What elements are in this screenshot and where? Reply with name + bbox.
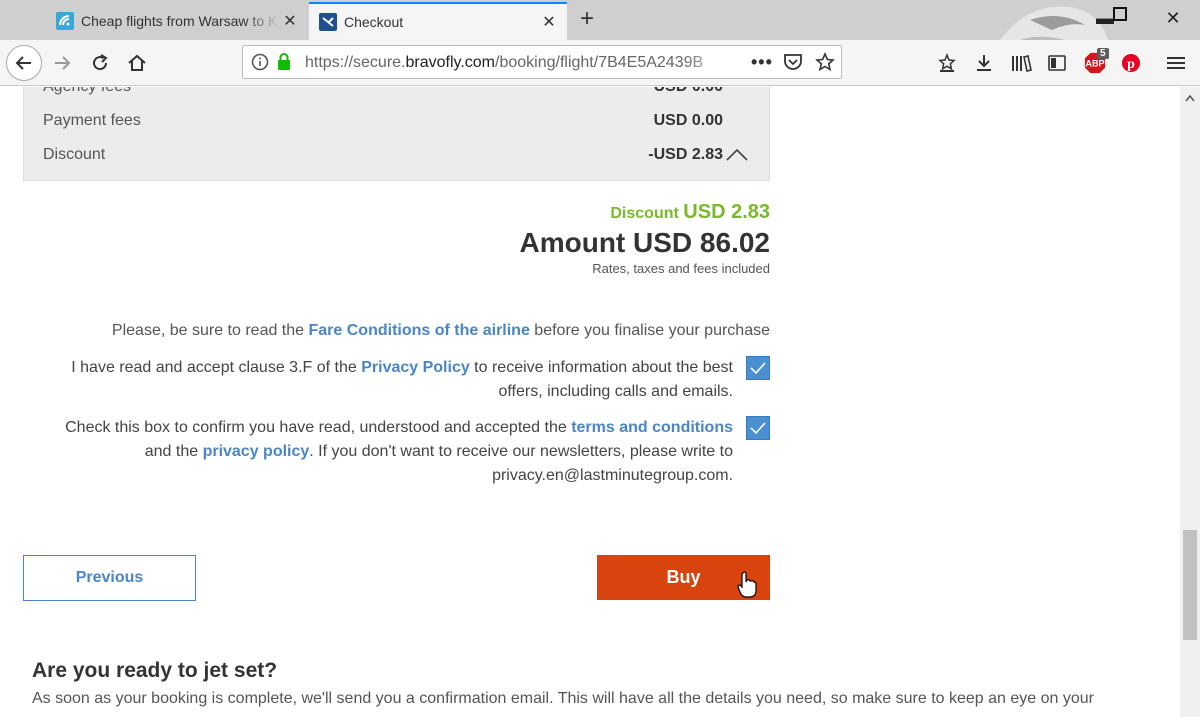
jet-set-heading: Are you ready to jet set? <box>32 659 278 682</box>
adblock-badge: 5 <box>1097 48 1109 59</box>
checkmark-icon <box>750 362 766 375</box>
terms-consent-text: Check this box to confirm you have read,… <box>33 416 733 488</box>
discount-summary: Discount USD 2.83 <box>610 201 770 224</box>
maximize-button[interactable] <box>1105 6 1135 27</box>
back-button[interactable] <box>6 45 42 81</box>
home-button[interactable] <box>124 52 150 74</box>
reload-icon <box>93 54 108 71</box>
tab-checkout[interactable]: Checkout ✕ <box>309 2 567 40</box>
rates-note: Rates, taxes and fees included <box>592 261 770 276</box>
chevron-up-icon[interactable] <box>725 148 749 167</box>
privacy-policy-link-2[interactable]: privacy policy <box>203 443 310 460</box>
svg-text:p: p <box>1127 57 1135 72</box>
navigation-toolbar: https://secure.bravofly.com/booking/flig… <box>0 40 1200 86</box>
url-domain: bravofly.com <box>405 54 496 71</box>
discount-label: Discount <box>43 146 106 163</box>
terms-consent-checkbox[interactable] <box>746 416 770 440</box>
discount-summary-label: Discount <box>610 205 679 222</box>
agency-fees-row: Agency fees USD 0.00 <box>43 87 751 96</box>
previous-button[interactable]: Previous <box>23 555 196 601</box>
download-icon[interactable] <box>973 52 995 74</box>
arrow-right-icon <box>55 56 71 70</box>
arrow-left-icon <box>15 56 31 70</box>
library-icon[interactable] <box>1010 52 1032 74</box>
close-icon[interactable]: ✕ <box>280 11 300 31</box>
fare-conditions-notice: Please, be sure to read the Fare Conditi… <box>112 322 770 340</box>
tab-title: Checkout <box>344 14 404 30</box>
payment-fees-label: Payment fees <box>43 112 141 129</box>
wifi-favicon-icon <box>56 12 74 30</box>
checkmark-icon <box>750 422 766 435</box>
checkout-page: Agency fees USD 0.00 Payment fees USD 0.… <box>0 87 1180 717</box>
reload-button[interactable] <box>88 52 112 74</box>
home-icon <box>128 54 146 71</box>
terms-consent-text-end: . If you don't want to receive our newsl… <box>309 443 733 484</box>
tab-bar: Cheap flights from Warsaw to K ✕ Checkou… <box>0 0 1200 86</box>
privacy-consent-checkbox[interactable] <box>746 356 770 380</box>
terms-consent-text-start: Check this box to confirm you have read,… <box>65 419 572 436</box>
discount-summary-value: USD 2.83 <box>683 201 770 223</box>
hand-cursor-icon <box>737 571 757 598</box>
privacy-consent-text: I have read and accept clause 3.F of the… <box>33 356 733 404</box>
tab-title: Cheap flights from Warsaw to K <box>81 13 278 29</box>
fare-conditions-link[interactable]: Fare Conditions of the airline <box>309 322 530 339</box>
discount-value: -USD 2.83 <box>648 146 723 163</box>
payment-fees-row: Payment fees USD 0.00 <box>43 112 751 130</box>
payment-fees-value: USD 0.00 <box>653 112 723 129</box>
url-path: /booking/flight/7B4E5A2439B <box>495 54 704 71</box>
url-text[interactable]: https://secure.bravofly.com/booking/flig… <box>305 54 735 72</box>
fees-breakdown-panel: Agency fees USD 0.00 Payment fees USD 0.… <box>23 87 770 181</box>
fare-notice-text: Please, be sure to read the <box>111 322 309 339</box>
terms-consent-text-middle: and the <box>144 443 203 460</box>
bookmark-star-icon[interactable] <box>815 51 835 77</box>
agency-fees-value: USD 0.00 <box>654 87 723 96</box>
sidebar-icon[interactable] <box>1046 52 1068 74</box>
lock-icon[interactable] <box>276 52 292 77</box>
scrollbar-thumb[interactable] <box>1183 530 1197 640</box>
discount-row: Discount -USD 2.83 <box>43 146 751 164</box>
pinterest-icon[interactable]: p <box>1120 52 1142 74</box>
tab-cheap-flights[interactable]: Cheap flights from Warsaw to K ✕ <box>46 2 308 40</box>
total-amount: Amount USD 86.02 <box>519 227 771 258</box>
new-tab-button[interactable]: + <box>574 6 600 34</box>
close-icon[interactable]: ✕ <box>539 12 559 32</box>
info-icon[interactable] <box>251 53 269 76</box>
bookmarks-menu-icon[interactable] <box>936 52 958 74</box>
privacy-policy-link[interactable]: Privacy Policy <box>361 359 470 376</box>
vertical-scrollbar[interactable] <box>1180 87 1200 717</box>
agency-fees-label: Agency fees <box>43 87 131 95</box>
pocket-icon[interactable] <box>783 53 803 76</box>
address-bar[interactable]: https://secure.bravofly.com/booking/flig… <box>242 45 842 79</box>
scroll-up-icon[interactable] <box>1184 93 1196 103</box>
forward-button[interactable] <box>50 52 74 74</box>
hamburger-menu-icon[interactable] <box>1165 52 1187 74</box>
fare-notice-text-end: before you finalise your purchase <box>529 322 770 339</box>
privacy-consent-text-end: to receive information about the best of… <box>469 359 733 400</box>
url-prefix: https://secure. <box>305 54 406 71</box>
page-actions-menu-icon[interactable]: ••• <box>751 52 773 73</box>
bravofly-favicon-icon <box>319 13 337 31</box>
jet-set-text: As soon as your booking is complete, we'… <box>32 690 1094 707</box>
window-close-button[interactable]: ✕ <box>1158 8 1188 29</box>
svg-text:ABP: ABP <box>1085 59 1104 69</box>
terms-and-conditions-link[interactable]: terms and conditions <box>571 419 733 436</box>
privacy-consent-text-start: I have read and accept clause 3.F of the <box>71 359 362 376</box>
